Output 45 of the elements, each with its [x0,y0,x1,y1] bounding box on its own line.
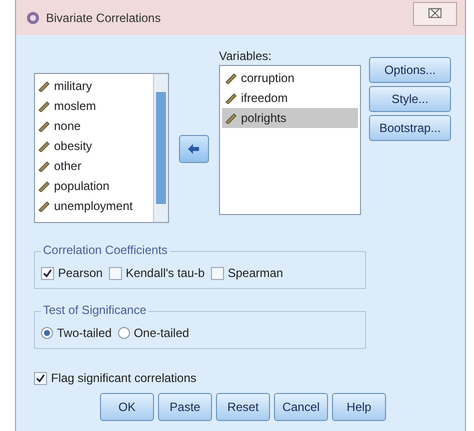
list-item[interactable]: moslem [35,96,153,116]
move-button[interactable] [179,135,209,163]
scrollbar[interactable] [153,74,168,222]
radio-button[interactable]: Two-tailed [41,326,112,340]
checkbox[interactable]: Flag significant correlations [34,371,455,385]
list-item[interactable]: population [35,176,153,196]
group-title: Test of Significance [41,303,148,317]
checkbox[interactable]: Spearman [210,266,284,280]
list-item[interactable]: polrights [222,108,358,128]
list-item[interactable]: military [35,76,153,96]
list-item[interactable]: other [35,156,153,176]
dialog-button[interactable]: Style... [369,86,451,112]
radio-button[interactable]: One-tailed [118,326,190,340]
dialog-button[interactable]: Options... [369,57,451,83]
dialog-button[interactable]: Bootstrap... [369,115,451,141]
dialog-button[interactable]: OK [100,393,154,421]
list-item[interactable]: ifreedom [222,88,358,108]
close-button[interactable]: ⌧ [413,2,457,26]
window-title: Bivariate Correlations [46,10,162,24]
check-icon [36,374,45,382]
dialog-button[interactable]: Cancel [274,393,328,421]
checkbox[interactable]: Kendall's tau-b [108,266,205,280]
ruler-icon [225,72,237,84]
ruler-icon [38,120,50,132]
dialog-button[interactable]: Paste [158,393,212,421]
checkbox[interactable]: Pearson [41,266,103,280]
list-item[interactable]: obesity [35,136,153,156]
ruler-icon [38,80,50,92]
ruler-icon [38,160,50,172]
list-item[interactable]: corruption [222,68,358,88]
arrow-icon [188,144,200,154]
group-title: Correlation Coefficients [41,243,170,257]
dialog-button[interactable]: Help [332,393,386,421]
list-item[interactable]: none [35,116,153,136]
list-item[interactable]: unemployment [35,196,153,216]
check-icon [43,268,52,278]
ruler-icon [38,100,50,112]
ruler-icon [225,92,237,104]
variables-label: Variables: [219,49,272,65]
ruler-icon [225,112,237,124]
ruler-icon [38,200,50,212]
app-icon [26,10,40,24]
ruler-icon [38,140,50,152]
ruler-icon [38,180,50,192]
dialog-button[interactable]: Reset [216,393,270,421]
